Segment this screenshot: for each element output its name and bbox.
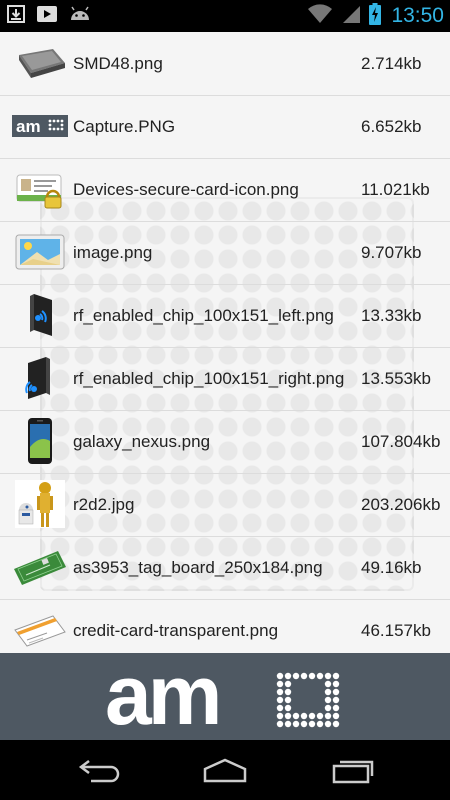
file-name: SMD48.png — [73, 54, 163, 73]
status-bar: 13:50 — [0, 0, 450, 32]
file-size: 6.652kb — [361, 117, 422, 136]
rf-chip-left-thumbnail — [12, 292, 68, 338]
secure-card-thumbnail — [12, 166, 68, 212]
file-size: 2.714kb — [361, 54, 422, 73]
ams-logo-thumbnail: am — [12, 103, 68, 149]
file-size: 13.553kb — [361, 369, 431, 388]
back-button[interactable] — [65, 752, 135, 788]
list-item[interactable]: rf_enabled_chip_100x151_left.png 13.33kb — [0, 284, 450, 348]
navigation-bar — [0, 740, 450, 800]
list-item[interactable]: galaxy_nexus.png 107.804kb — [0, 410, 450, 474]
android-icon — [68, 4, 92, 29]
phone-thumbnail — [12, 418, 68, 464]
file-name: Devices-secure-card-icon.png — [73, 180, 299, 199]
file-size: 203.206kb — [361, 495, 441, 514]
file-name: r2d2.jpg — [73, 495, 135, 514]
chip-thumbnail — [12, 40, 68, 86]
home-icon — [203, 758, 247, 783]
file-size: 107.804kb — [361, 432, 441, 451]
play-store-icon — [36, 4, 58, 29]
home-button[interactable] — [190, 752, 260, 788]
svg-text:am: am — [105, 662, 218, 732]
file-name: as3953_tag_board_250x184.png — [73, 558, 323, 577]
wifi-icon — [307, 3, 333, 29]
file-size: 11.021kb — [361, 180, 430, 199]
file-size: 9.707kb — [361, 243, 422, 262]
file-name: credit-card-transparent.png — [73, 621, 279, 640]
file-name: rf_enabled_chip_100x151_left.png — [73, 306, 334, 325]
credit-card-thumbnail — [12, 607, 68, 653]
download-icon — [6, 4, 26, 29]
file-name: Capture.PNG — [73, 117, 176, 136]
list-item[interactable]: am Capture.PNG 6.652kb — [0, 95, 450, 159]
list-item[interactable]: credit-card-transparent.png 46.157kb — [0, 599, 450, 653]
clock: 13:50 — [391, 4, 444, 27]
list-item[interactable]: image.png 9.707kb — [0, 221, 450, 285]
recent-apps-button[interactable] — [318, 752, 388, 788]
back-icon — [78, 760, 120, 783]
battery-charging-icon — [369, 2, 382, 30]
signal-icon — [341, 4, 361, 29]
recent-apps-icon — [332, 760, 374, 784]
file-list[interactable]: SMD48.png 2.714kb am Capture.PNG 6.652kb — [0, 32, 450, 653]
tag-board-thumbnail — [12, 544, 68, 590]
rf-chip-right-thumbnail — [12, 355, 68, 401]
image-thumbnail — [12, 229, 68, 275]
file-name: galaxy_nexus.png — [73, 432, 211, 451]
list-item[interactable]: Devices-secure-card-icon.png 11.021kb — [0, 158, 450, 222]
file-size: 13.33kb — [361, 306, 422, 325]
list-item[interactable]: as3953_tag_board_250x184.png 49.16kb — [0, 536, 450, 600]
file-name: rf_enabled_chip_100x151_right.png — [73, 369, 345, 388]
ams-logo: am — [105, 662, 340, 732]
list-item[interactable]: SMD48.png 2.714kb — [0, 32, 450, 96]
robots-thumbnail — [12, 480, 68, 528]
svg-text:am: am — [16, 117, 41, 136]
file-size: 46.157kb — [361, 621, 431, 640]
list-item[interactable]: rf_enabled_chip_100x151_right.png 13.553… — [0, 347, 450, 411]
brand-banner: am — [0, 653, 450, 740]
list-item[interactable]: r2d2.jpg 203.206kb — [0, 473, 450, 537]
file-size: 49.16kb — [361, 558, 422, 577]
file-name: image.png — [73, 243, 153, 262]
